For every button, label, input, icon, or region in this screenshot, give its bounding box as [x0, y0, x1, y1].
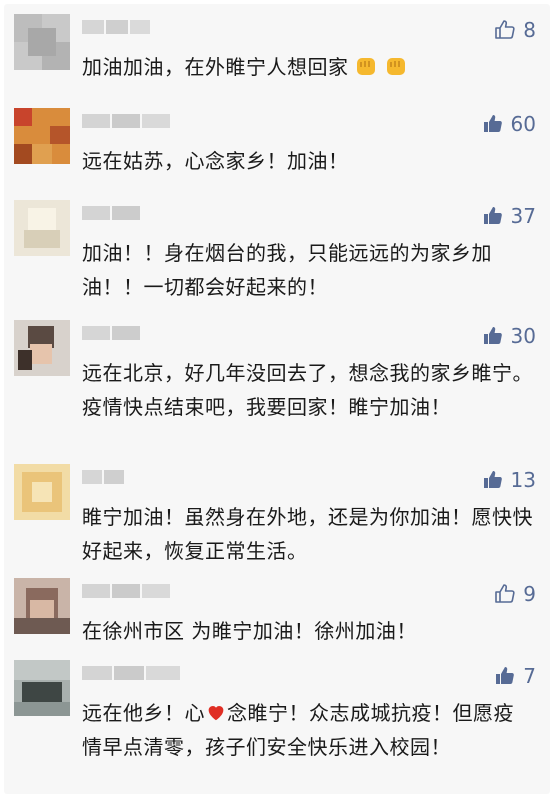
- like-count: 9: [523, 582, 536, 606]
- like-button[interactable]: 7: [493, 662, 536, 690]
- thumb-up-filled-icon: [483, 115, 502, 132]
- comment-text: 远在姑苏，心念家乡！加油！: [82, 149, 349, 173]
- like-button[interactable]: 37: [481, 202, 536, 230]
- comment-list: 8 加油加油，在外睢宁人想回家 60 远在姑苏，心念家乡！加油！ 37 加油！！…: [4, 4, 550, 794]
- avatar[interactable]: [14, 200, 70, 256]
- like-button[interactable]: 60: [481, 110, 536, 138]
- nickname-blurred[interactable]: [82, 112, 172, 130]
- fist-emoji-icon: [386, 58, 405, 75]
- comment-text: 加油加油，在外睢宁人想回家: [82, 50, 534, 84]
- nickname-blurred[interactable]: [82, 324, 142, 342]
- thumb-up-outline-icon: [495, 20, 515, 39]
- avatar[interactable]: [14, 320, 70, 376]
- like-count: 8: [523, 18, 536, 42]
- avatar[interactable]: [14, 578, 70, 634]
- fist-emoji-icon: [356, 58, 375, 75]
- thumb-up-filled-icon: [483, 471, 502, 488]
- avatar[interactable]: [14, 108, 70, 164]
- like-button[interactable]: 9: [493, 580, 536, 608]
- comment-text: 在徐州市区 为睢宁加油！徐州加油！: [82, 619, 417, 643]
- like-count: 37: [510, 204, 536, 228]
- comment-text: 远在北京，好几年没回去了，想念我的家乡睢宁。疫情快点结束吧，我要回家！睢宁加油！: [82, 361, 533, 419]
- comment-text: 睢宁加油！虽然身在外地，还是为你加油！愿快快好起来，恢复正常生活。: [82, 505, 533, 563]
- avatar[interactable]: [14, 464, 70, 520]
- avatar[interactable]: [14, 14, 70, 70]
- like-button[interactable]: 13: [481, 466, 536, 494]
- comment-text: 加油！！身在烟台的我，只能远远的为家乡加油！！一切都会好起来的！: [82, 241, 492, 299]
- nickname-blurred[interactable]: [82, 582, 172, 600]
- thumb-up-filled-icon: [496, 667, 515, 684]
- like-count: 13: [510, 468, 536, 492]
- like-count: 30: [510, 324, 536, 348]
- like-button[interactable]: 8: [493, 16, 536, 44]
- comment-text: 远在他乡！心 念睢宁！众志成城抗疫！但愿疫情早点清零，孩子们安全快乐进入校园！: [82, 701, 514, 759]
- avatar[interactable]: [14, 660, 70, 716]
- nickname-blurred[interactable]: [82, 468, 126, 486]
- red-heart-icon: [208, 706, 224, 721]
- thumb-up-filled-icon: [483, 327, 502, 344]
- nickname-blurred[interactable]: [82, 204, 142, 222]
- like-button[interactable]: 30: [481, 322, 536, 350]
- nickname-blurred[interactable]: [82, 664, 182, 682]
- like-count: 7: [523, 664, 536, 688]
- thumb-up-filled-icon: [483, 207, 502, 224]
- thumb-up-outline-icon: [495, 584, 515, 603]
- like-count: 60: [510, 112, 536, 136]
- nickname-blurred[interactable]: [82, 18, 152, 36]
